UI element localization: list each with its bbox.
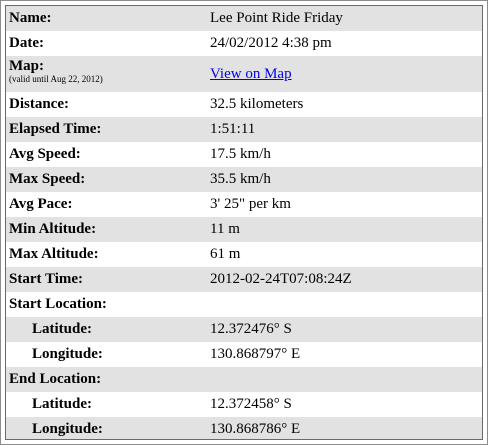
avg-pace-value: 3' 25" per km [210, 196, 291, 212]
end-location-label: End Location: [9, 371, 102, 387]
end-latitude-label: Latitude: [32, 396, 92, 412]
row-end-longitude: Longitude: 130.868786° E [6, 417, 482, 439]
date-value: 24/02/2012 4:38 pm [210, 35, 332, 51]
row-date: Date: 24/02/2012 4:38 pm [6, 31, 482, 56]
start-latitude-label: Latitude: [32, 321, 92, 337]
start-longitude-label: Longitude: [32, 346, 103, 362]
avg-speed-label: Avg Speed: [9, 146, 81, 162]
row-start-longitude: Longitude: 130.868797° E [6, 342, 482, 367]
avg-speed-value: 17.5 km/h [210, 146, 271, 162]
row-end-latitude: Latitude: 12.372458° S [6, 392, 482, 417]
min-altitude-value: 11 m [210, 221, 240, 237]
max-altitude-label: Max Altitude: [9, 246, 99, 262]
start-location-label: Start Location: [9, 296, 107, 312]
name-value: Lee Point Ride Friday [210, 10, 343, 26]
row-elapsed-time: Elapsed Time: 1:51:11 [6, 117, 482, 142]
date-label: Date: [9, 35, 44, 51]
map-label-group: Map: (valid until Aug 22, 2012) [9, 59, 103, 84]
row-end-location: End Location: [6, 367, 482, 392]
row-max-speed: Max Speed: 35.5 km/h [6, 167, 482, 192]
map-validity-note: (valid until Aug 22, 2012) [9, 74, 103, 84]
row-map: Map: (valid until Aug 22, 2012) View on … [6, 56, 482, 92]
end-longitude-value: 130.868786° E [210, 421, 301, 437]
distance-label: Distance: [9, 96, 69, 112]
max-speed-label: Max Speed: [9, 171, 86, 187]
row-distance: Distance: 32.5 kilometers [6, 92, 482, 117]
max-altitude-value: 61 m [210, 246, 241, 262]
view-on-map-link[interactable]: View on Map [210, 66, 292, 83]
row-max-altitude: Max Altitude: 61 m [6, 242, 482, 267]
map-label: Map: [9, 58, 44, 74]
row-name: Name: Lee Point Ride Friday [6, 6, 482, 31]
start-time-value: 2012-02-24T07:08:24Z [210, 271, 352, 287]
end-longitude-label: Longitude: [32, 421, 103, 437]
max-speed-value: 35.5 km/h [210, 171, 271, 187]
row-start-time: Start Time: 2012-02-24T07:08:24Z [6, 267, 482, 292]
name-label: Name: [9, 10, 52, 26]
elapsed-time-label: Elapsed Time: [9, 121, 102, 137]
avg-pace-label: Avg Pace: [9, 196, 73, 212]
ride-details-panel: Name: Lee Point Ride Friday Date: 24/02/… [0, 0, 488, 445]
start-latitude-value: 12.372476° S [210, 321, 292, 337]
end-latitude-value: 12.372458° S [210, 396, 292, 412]
distance-value: 32.5 kilometers [210, 96, 304, 112]
row-avg-pace: Avg Pace: 3' 25" per km [6, 192, 482, 217]
elapsed-time-value: 1:51:11 [210, 121, 256, 137]
row-avg-speed: Avg Speed: 17.5 km/h [6, 142, 482, 167]
start-longitude-value: 130.868797° E [210, 346, 301, 362]
start-time-label: Start Time: [9, 271, 84, 287]
row-start-latitude: Latitude: 12.372476° S [6, 317, 482, 342]
row-start-location: Start Location: [6, 292, 482, 317]
min-altitude-label: Min Altitude: [9, 221, 97, 237]
ride-details-table: Name: Lee Point Ride Friday Date: 24/02/… [5, 5, 483, 440]
row-min-altitude: Min Altitude: 11 m [6, 217, 482, 242]
